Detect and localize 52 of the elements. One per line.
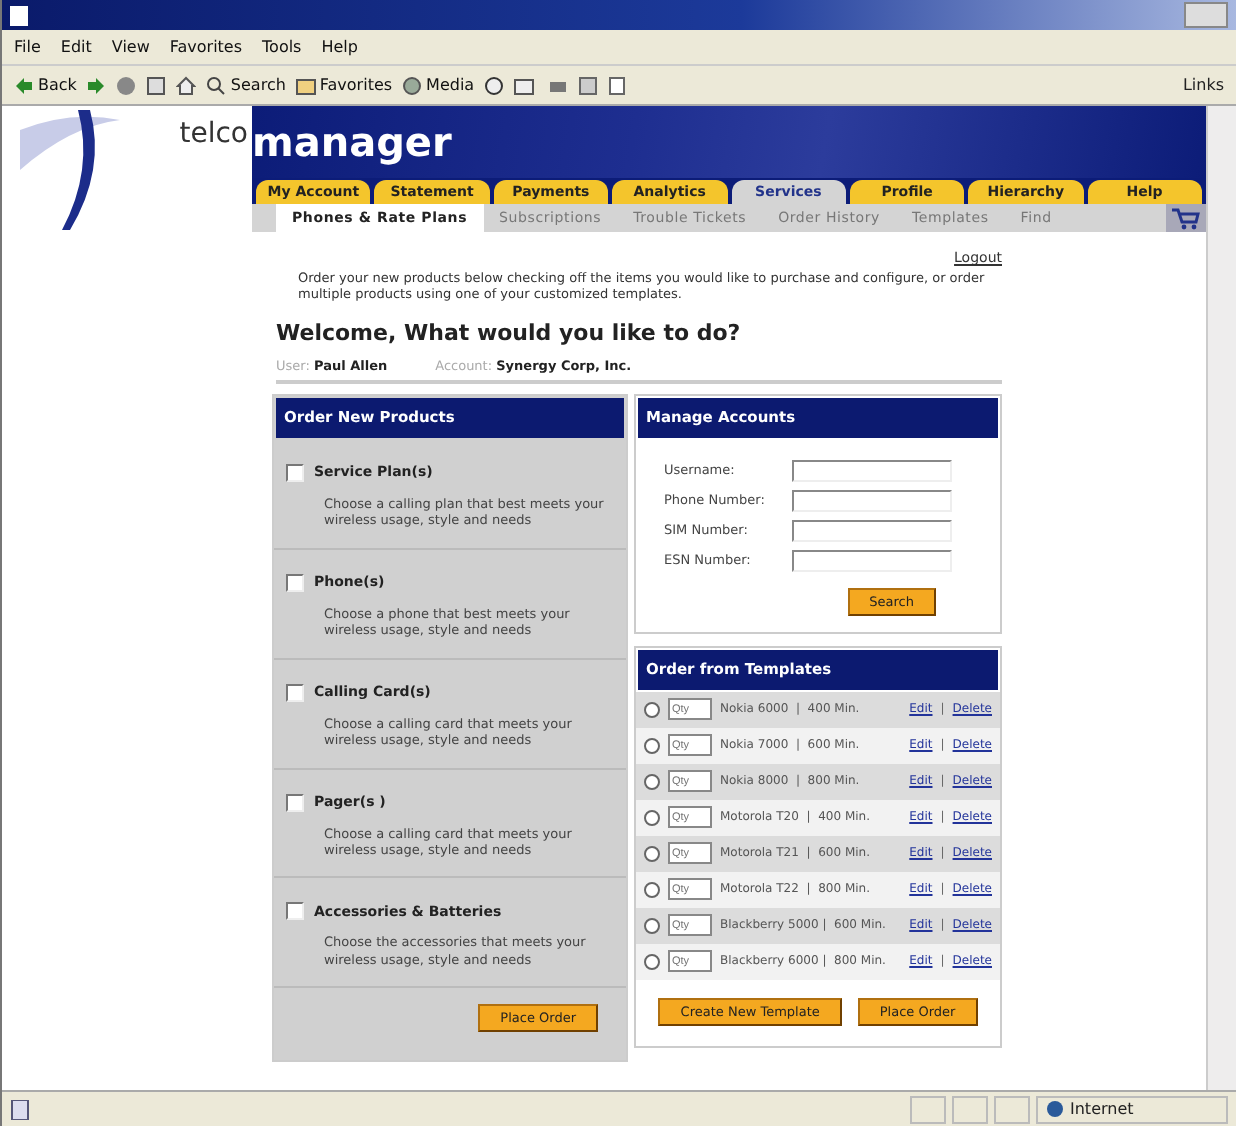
checkbox[interactable] [286,902,304,921]
favorites-button[interactable]: Favorites [295,75,393,95]
edit-button[interactable] [578,75,599,95]
menu-item[interactable]: Edit [60,38,92,56]
radio-button[interactable] [644,953,660,970]
menu-item[interactable]: View [111,38,150,56]
history-button[interactable] [484,75,505,95]
checkbox[interactable] [286,463,304,482]
back-button[interactable]: Back [14,76,77,94]
menu-item[interactable]: Help [321,38,358,56]
window-controls[interactable] [1184,2,1228,28]
status-cell [952,1095,988,1123]
input-field[interactable] [792,549,952,572]
forward-button[interactable] [86,77,107,93]
stop-button[interactable] [116,75,137,95]
links-button[interactable]: Links [1182,76,1224,94]
input-field[interactable] [792,459,952,482]
radio-button[interactable] [644,737,660,754]
arrow-icon [14,77,34,93]
status-cell [910,1095,946,1123]
menu-item[interactable]: Favorites [169,38,243,56]
input-field[interactable] [792,489,952,512]
page-icon [10,1099,30,1119]
status-cell [994,1095,1030,1123]
browser-icon [10,5,28,25]
logo-text: telco [179,118,248,150]
cart-button[interactable] [1166,204,1206,232]
radio-button[interactable] [644,773,660,790]
folder-icon [295,75,316,95]
search-button[interactable]: Search [206,75,286,95]
welcome-heading: Welcome, What would you like to do? [276,319,743,346]
radio-button[interactable] [644,701,660,718]
input-field[interactable] [792,519,952,542]
home-button[interactable] [176,75,197,95]
menu-item[interactable]: File [14,38,41,56]
disc-icon [402,75,423,95]
menu-item[interactable]: Tools [262,38,302,56]
radio-button[interactable] [644,917,660,934]
checkbox[interactable] [286,683,304,702]
discuss-button[interactable] [608,75,627,95]
radio-button[interactable] [644,845,660,862]
mail-button[interactable] [514,75,539,95]
checkbox[interactable] [286,793,304,811]
globe-icon [1046,1100,1064,1118]
media-button[interactable]: Media [402,75,475,95]
logo-title: manager [252,118,452,166]
radio-button[interactable] [644,809,660,826]
radio-button[interactable] [644,881,660,898]
checkbox[interactable] [286,573,304,592]
zone-label: Internet [1070,1100,1134,1118]
refresh-button[interactable] [146,75,167,95]
search-icon [206,75,227,95]
